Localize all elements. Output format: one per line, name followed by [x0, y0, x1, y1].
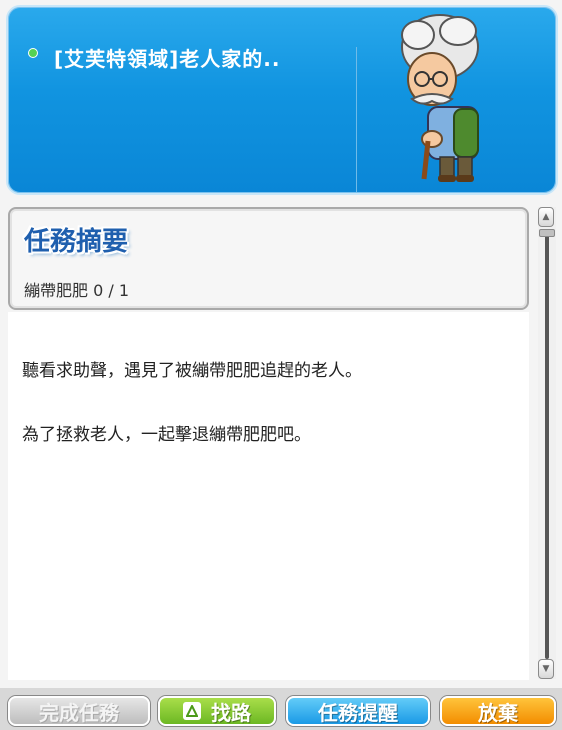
find-path-label: 找路 — [211, 700, 251, 725]
quest-title: [艾芙特領域]老人家的.. — [54, 47, 281, 71]
chevron-up-icon: ▲ — [542, 212, 550, 222]
complete-quest-button[interactable]: 完成任務 — [8, 696, 150, 726]
old-man-npc-portrait-icon — [401, 14, 479, 182]
description-line-2: 為了拯救老人，一起擊退繃帶肥肥吧。 — [22, 425, 311, 445]
chevron-down-icon: ▼ — [542, 664, 550, 674]
find-path-button[interactable]: 找路 — [158, 696, 276, 726]
quest-progress: 繃帶肥肥 0 / 1 — [24, 281, 130, 300]
quest-summary-box: 任務摘要 繃帶肥肥 0 / 1 — [8, 207, 529, 310]
description-line-1: 聽看求助聲，遇見了被繃帶肥肥追趕的老人。 — [22, 361, 362, 381]
summary-heading: 任務摘要 — [24, 227, 129, 257]
header-divider — [356, 47, 357, 192]
quest-action-bar: 完成任務 找路 任務提醒 放棄 — [0, 688, 562, 730]
scroll-track[interactable] — [545, 229, 549, 659]
abandon-quest-button[interactable]: 放棄 — [440, 696, 556, 726]
quest-description-area: 聽看求助聲，遇見了被繃帶肥肥追趕的老人。 為了拯救老人，一起擊退繃帶肥肥吧。 — [8, 312, 529, 680]
quest-remind-button[interactable]: 任務提醒 — [286, 696, 430, 726]
scroll-thumb[interactable] — [539, 229, 555, 237]
quest-header: [艾芙特領域]老人家的.. — [6, 5, 558, 195]
description-scrollbar[interactable]: ▲ ▼ — [538, 207, 556, 679]
scroll-down-button[interactable]: ▼ — [538, 659, 554, 679]
path-arrow-icon — [183, 702, 201, 720]
quest-bullet-icon — [28, 48, 38, 58]
scroll-up-button[interactable]: ▲ — [538, 207, 554, 227]
